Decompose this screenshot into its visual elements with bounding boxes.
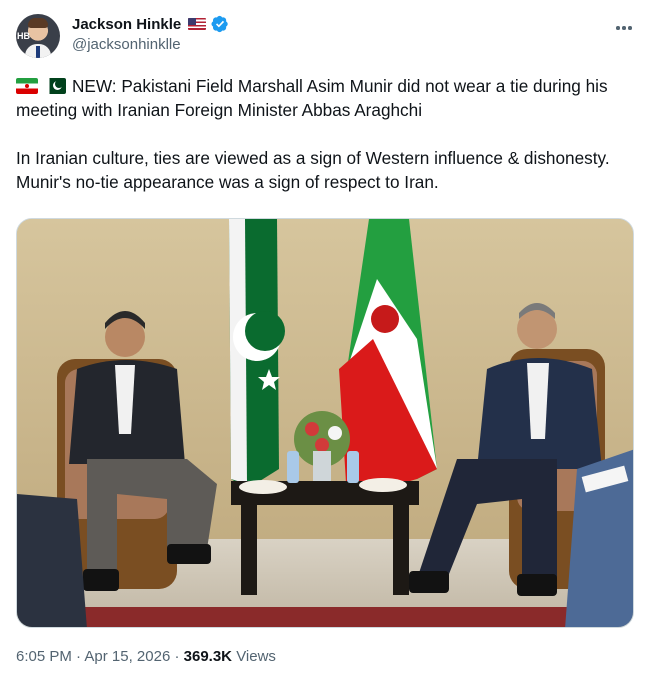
iran-flag-icon bbox=[16, 78, 38, 94]
views-label: Views bbox=[236, 648, 276, 665]
tweet-text: NEW: Pakistani Field Marshall Asim Munir… bbox=[16, 74, 634, 194]
verified-badge-icon bbox=[211, 15, 228, 33]
avatar-badge-text: HB bbox=[17, 31, 30, 41]
tweet-paragraph-1-text: NEW: Pakistani Field Marshall Asim Munir… bbox=[16, 76, 608, 120]
tweet-paragraph-1: NEW: Pakistani Field Marshall Asim Munir… bbox=[16, 74, 634, 122]
foreground-person-left bbox=[17, 494, 87, 627]
meta-separator-2: · bbox=[174, 648, 180, 665]
meta-separator: · bbox=[76, 648, 82, 665]
more-horizontal-icon[interactable] bbox=[614, 18, 634, 38]
views-count: 369.3K bbox=[183, 648, 233, 665]
author-name-line: Jackson Hinkle bbox=[72, 15, 229, 33]
us-flag-icon bbox=[188, 18, 207, 30]
photo-illustration bbox=[17, 219, 633, 627]
tweet-date[interactable]: Apr 15, 2026 bbox=[84, 648, 170, 665]
tweet-time[interactable]: 6:05 PM bbox=[16, 648, 72, 665]
tweet-photo[interactable] bbox=[16, 218, 634, 628]
tweet-paragraph-2: In Iranian culture, ties are viewed as a… bbox=[16, 148, 610, 192]
tweet-header: HB Jackson Hinkle @jacksonhinklle bbox=[16, 12, 638, 62]
pakistan-flag bbox=[229, 219, 285, 489]
pakistan-flag-icon bbox=[44, 78, 66, 94]
carpet bbox=[77, 607, 597, 627]
avatar[interactable]: HB bbox=[16, 14, 60, 58]
author-display-name[interactable]: Jackson Hinkle bbox=[72, 16, 181, 33]
author-handle[interactable]: @jacksonhinklle bbox=[72, 36, 181, 53]
tweet-meta: 6:05 PM · Apr 15, 2026 · 369.3K Views bbox=[16, 648, 276, 665]
